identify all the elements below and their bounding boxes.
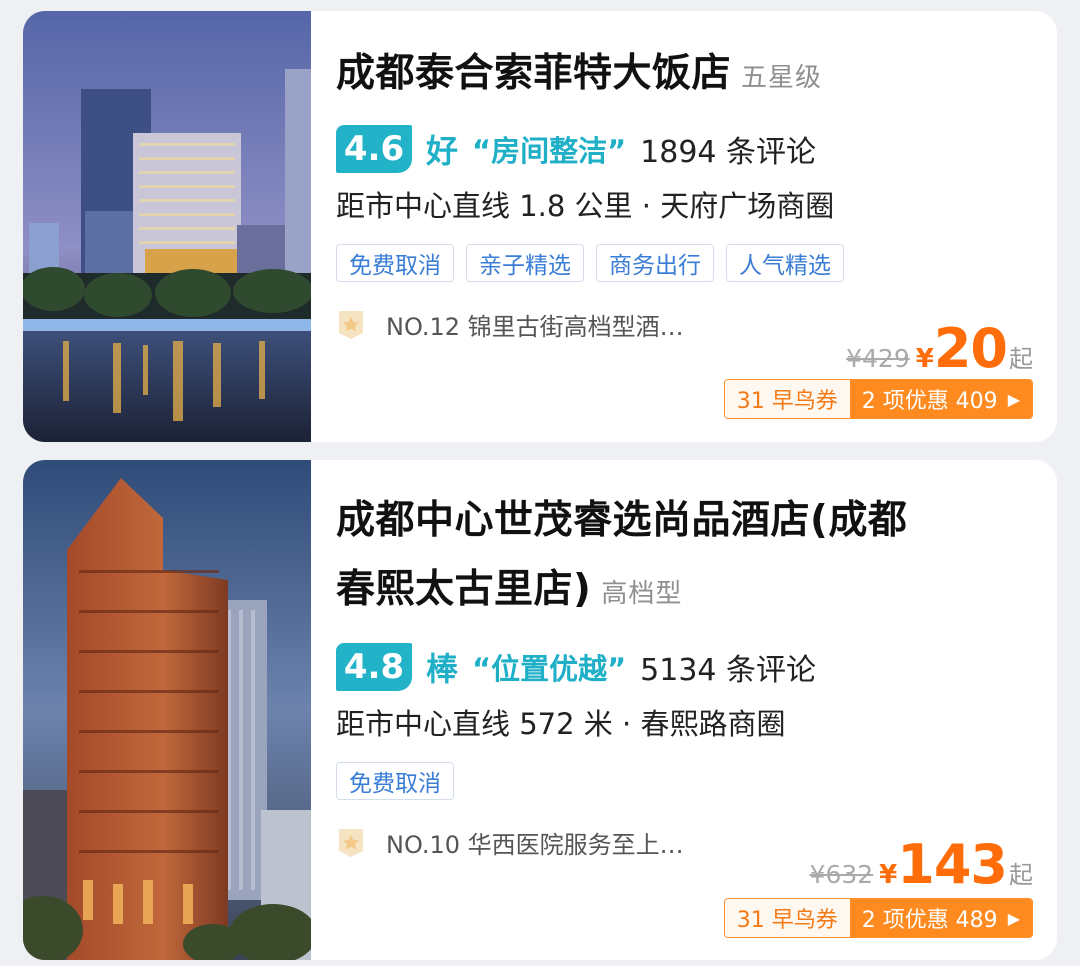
original-price: ¥429 xyxy=(846,344,910,373)
review-count[interactable]: 1894 条评论 xyxy=(640,127,816,171)
rating-row[interactable]: 4.8 棒 “位置优越” 5134 条评论 xyxy=(336,643,816,691)
promo-bar[interactable]: 31 早鸟券 2 项优惠 409 ▶ xyxy=(723,379,1033,419)
ranking-badge-icon xyxy=(339,828,363,857)
hotel-name-line1[interactable]: 成都中心世茂睿选尚品酒店(成都 xyxy=(336,498,907,543)
early-bird-coupon[interactable]: 31 早鸟券 xyxy=(724,899,850,937)
tag-free-cancel: 免费取消 xyxy=(336,244,454,282)
ranking-badge-icon xyxy=(339,310,363,339)
tag-free-cancel: 免费取消 xyxy=(336,762,454,800)
hotel-name-text[interactable]: 成都泰合索菲特大饭店 xyxy=(336,51,731,96)
original-price: ¥632 xyxy=(809,860,874,889)
score-badge: 4.8 xyxy=(336,643,412,691)
hotel-photo-image xyxy=(23,11,311,442)
hotel-card[interactable]: 成都泰合索菲特大饭店 五星级 4.6 好 “房间整洁” 1894 条评论 距市中心… xyxy=(23,11,1057,442)
tag-family: 亲子精选 xyxy=(466,244,584,282)
ranking-text: NO.10 华西医院服务至上… xyxy=(386,831,684,859)
early-bird-coupon[interactable]: 31 早鸟券 xyxy=(724,380,850,418)
price-row: ¥632 ¥ 143 起 xyxy=(810,833,1033,896)
location-distance: 距市中心直线 572 米 · 春熙路商圈 xyxy=(336,707,786,741)
hotel-name-line2[interactable]: 春熙太古里店) xyxy=(336,567,591,612)
deals-label: 2 项优惠 489 xyxy=(861,908,998,933)
tag-popular: 人气精选 xyxy=(726,244,844,282)
play-arrow-icon: ▶ xyxy=(1007,908,1020,928)
rating-grade: 棒 xyxy=(426,650,459,688)
review-highlight: “位置优越” xyxy=(472,652,627,686)
price-row: ¥429 ¥ 20 起 xyxy=(846,317,1033,380)
price-suffix: 起 xyxy=(1009,345,1033,373)
star-level: 五星级 xyxy=(741,63,823,93)
rating-row[interactable]: 4.6 好 “房间整洁” 1894 条评论 xyxy=(336,125,816,173)
current-price: 143 xyxy=(897,833,1008,896)
ranking-row[interactable]: NO.10 华西医院服务至上… xyxy=(336,825,684,860)
hotel-card[interactable]: 成都中心世茂睿选尚品酒店(成都 春熙太古里店) 高档型 4.8 棒 “位置优越” … xyxy=(23,460,1057,960)
promo-bar[interactable]: 31 早鸟券 2 项优惠 489 ▶ xyxy=(723,898,1033,938)
score-badge: 4.6 xyxy=(336,125,412,173)
rating-grade: 好 xyxy=(426,132,459,170)
currency-symbol: ¥ xyxy=(915,344,934,374)
deals-label: 2 项优惠 409 xyxy=(861,389,998,414)
tag-list: 免费取消 xyxy=(336,762,454,800)
hotel-name[interactable]: 成都中心世茂睿选尚品酒店(成都 xyxy=(336,492,907,550)
hotel-photo-image xyxy=(23,460,311,960)
location-distance: 距市中心直线 1.8 公里 · 天府广场商圈 xyxy=(336,189,835,223)
hotel-name-continued[interactable]: 春熙太古里店) 高档型 xyxy=(336,561,682,623)
play-arrow-icon: ▶ xyxy=(1007,389,1020,409)
ranking-text: NO.12 锦里古街高档型酒… xyxy=(386,313,684,341)
deals-button[interactable]: 2 项优惠 409 ▶ xyxy=(849,380,1032,418)
deals-button[interactable]: 2 项优惠 489 ▶ xyxy=(849,899,1032,937)
currency-symbol: ¥ xyxy=(879,860,898,890)
review-count[interactable]: 5134 条评论 xyxy=(640,645,816,689)
hotel-photo[interactable] xyxy=(23,460,311,960)
review-highlight: “房间整洁” xyxy=(472,134,627,168)
hotel-photo[interactable] xyxy=(23,11,311,442)
star-level: 高档型 xyxy=(601,579,683,609)
hotel-name[interactable]: 成都泰合索菲特大饭店 五星级 xyxy=(336,45,822,107)
tag-business: 商务出行 xyxy=(596,244,714,282)
tag-list: 免费取消 亲子精选 商务出行 人气精选 xyxy=(336,244,844,282)
price-suffix: 起 xyxy=(1009,861,1033,889)
ranking-row[interactable]: NO.12 锦里古街高档型酒… xyxy=(336,307,684,342)
current-price: 20 xyxy=(933,317,1008,380)
